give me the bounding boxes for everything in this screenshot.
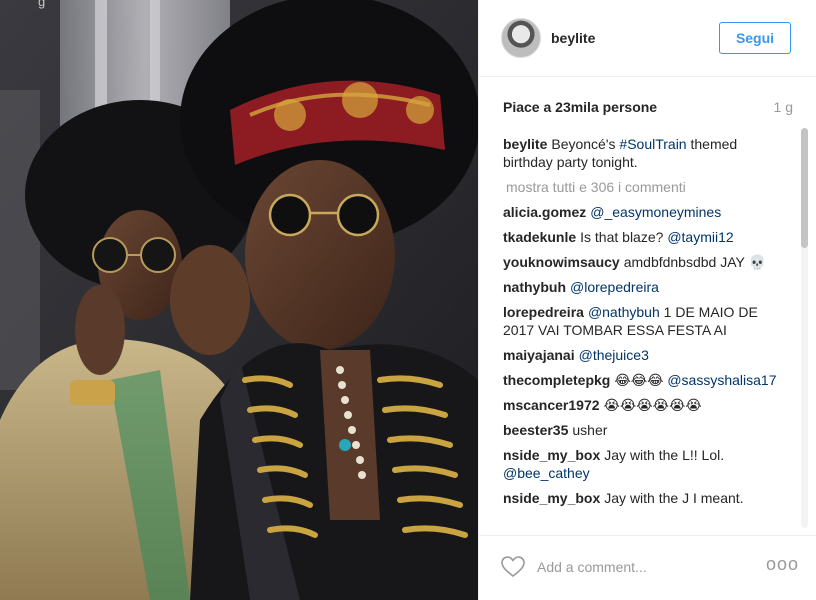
comment-item: nside_my_box Jay with the L!! Lol. @bee_c… (503, 446, 789, 482)
add-comment-input[interactable] (537, 556, 757, 578)
show-all-comments-link[interactable]: mostra tutti e 306 i commenti (503, 178, 789, 196)
caption-hashtag[interactable]: #SoulTrain (619, 136, 686, 152)
comment-mention-link[interactable]: @sassyshalisa17 (667, 372, 776, 388)
comment-text: Is that blaze? (580, 229, 668, 245)
comment-text: amdbfdnbsdbd JAY 💀 (623, 254, 766, 270)
comment-item: mscancer1972 😭😭😭😭😭😭 (503, 396, 789, 414)
comment-item: lorepedreira @nathybuh 1 DE MAIO DE 2017 … (503, 303, 789, 339)
post-age[interactable]: 1 g (774, 99, 793, 115)
comment-username[interactable]: tkadekunle (503, 229, 576, 245)
post-footer: ooo (479, 535, 816, 600)
photo-image (0, 0, 478, 600)
comment-item: thecompletepkg 😂😂😂 @sassyshalisa17 (503, 371, 789, 389)
likes-row: Piace a 23mila persone 1 g (503, 99, 793, 117)
post-photo[interactable]: g (0, 0, 478, 600)
comment-username[interactable]: maiyajanai (503, 347, 575, 363)
comment-mention-link[interactable]: @taymii12 (667, 229, 733, 245)
comment-mention-link[interactable]: @nathybuh (588, 304, 660, 320)
caption-username[interactable]: beylite (503, 136, 547, 152)
comment-item: youknowimsaucy amdbfdnbsdbd JAY 💀 (503, 253, 789, 271)
post-header: beylite Segui (479, 0, 816, 77)
comment-mention-link[interactable]: @_easymoneymines (590, 204, 721, 220)
caption: beylite Beyoncé's #SoulTrain themed birth… (503, 135, 789, 171)
comment-username[interactable]: nside_my_box (503, 490, 600, 506)
comment-username[interactable]: alicia.gomez (503, 204, 586, 220)
comment-item: maiyajanai @thejuice3 (503, 346, 789, 364)
comment-rows: alicia.gomez @_easymoneymines tkadekunle Is… (503, 203, 789, 507)
post-side-panel: beylite Segui Piace a 23mila persone 1 g… (478, 0, 816, 600)
comment-username[interactable]: thecompletepkg (503, 372, 610, 388)
comment-username[interactable]: beester35 (503, 422, 568, 438)
comment-text: 😭😭😭😭😭😭 (603, 397, 702, 413)
scrollbar-thumb[interactable] (801, 128, 808, 248)
comment-mention-link[interactable]: @bee_cathey (503, 465, 590, 481)
post-author-username[interactable]: beylite (551, 30, 595, 46)
more-options-icon[interactable]: ooo (766, 555, 798, 573)
likes-count[interactable]: Piace a 23mila persone (503, 99, 657, 115)
comment-username[interactable]: mscancer1972 (503, 397, 600, 413)
comment-text: 😂😂😂 (614, 372, 668, 388)
heart-icon[interactable] (501, 556, 525, 578)
comment-item: nside_my_box Jay with the J I meant. (503, 489, 789, 507)
comment-username[interactable]: nside_my_box (503, 447, 600, 463)
comment-username[interactable]: lorepedreira (503, 304, 584, 320)
comment-item: nathybuh @lorepedreira (503, 278, 789, 296)
comment-item: beester35 usher (503, 421, 789, 439)
comment-item: tkadekunle Is that blaze? @taymii12 (503, 228, 789, 246)
avatar[interactable] (501, 18, 541, 58)
comment-mention-link[interactable]: @thejuice3 (579, 347, 649, 363)
comments-list[interactable]: beylite Beyoncé's #SoulTrain themed birth… (503, 135, 789, 533)
follow-button[interactable]: Segui (719, 22, 791, 54)
comments-scrollbar[interactable] (801, 128, 808, 528)
comment-text: usher (572, 422, 608, 438)
comment-text: Jay with the J I meant. (604, 490, 744, 506)
comment-item: alicia.gomez @_easymoneymines (503, 203, 789, 221)
caption-text-before: Beyoncé's (551, 136, 620, 152)
comment-text: Jay with the L!! Lol. (604, 447, 725, 463)
comment-username[interactable]: nathybuh (503, 279, 566, 295)
photo-corner-text: g (38, 0, 46, 9)
comment-mention-link[interactable]: @lorepedreira (570, 279, 659, 295)
comment-username[interactable]: youknowimsaucy (503, 254, 620, 270)
